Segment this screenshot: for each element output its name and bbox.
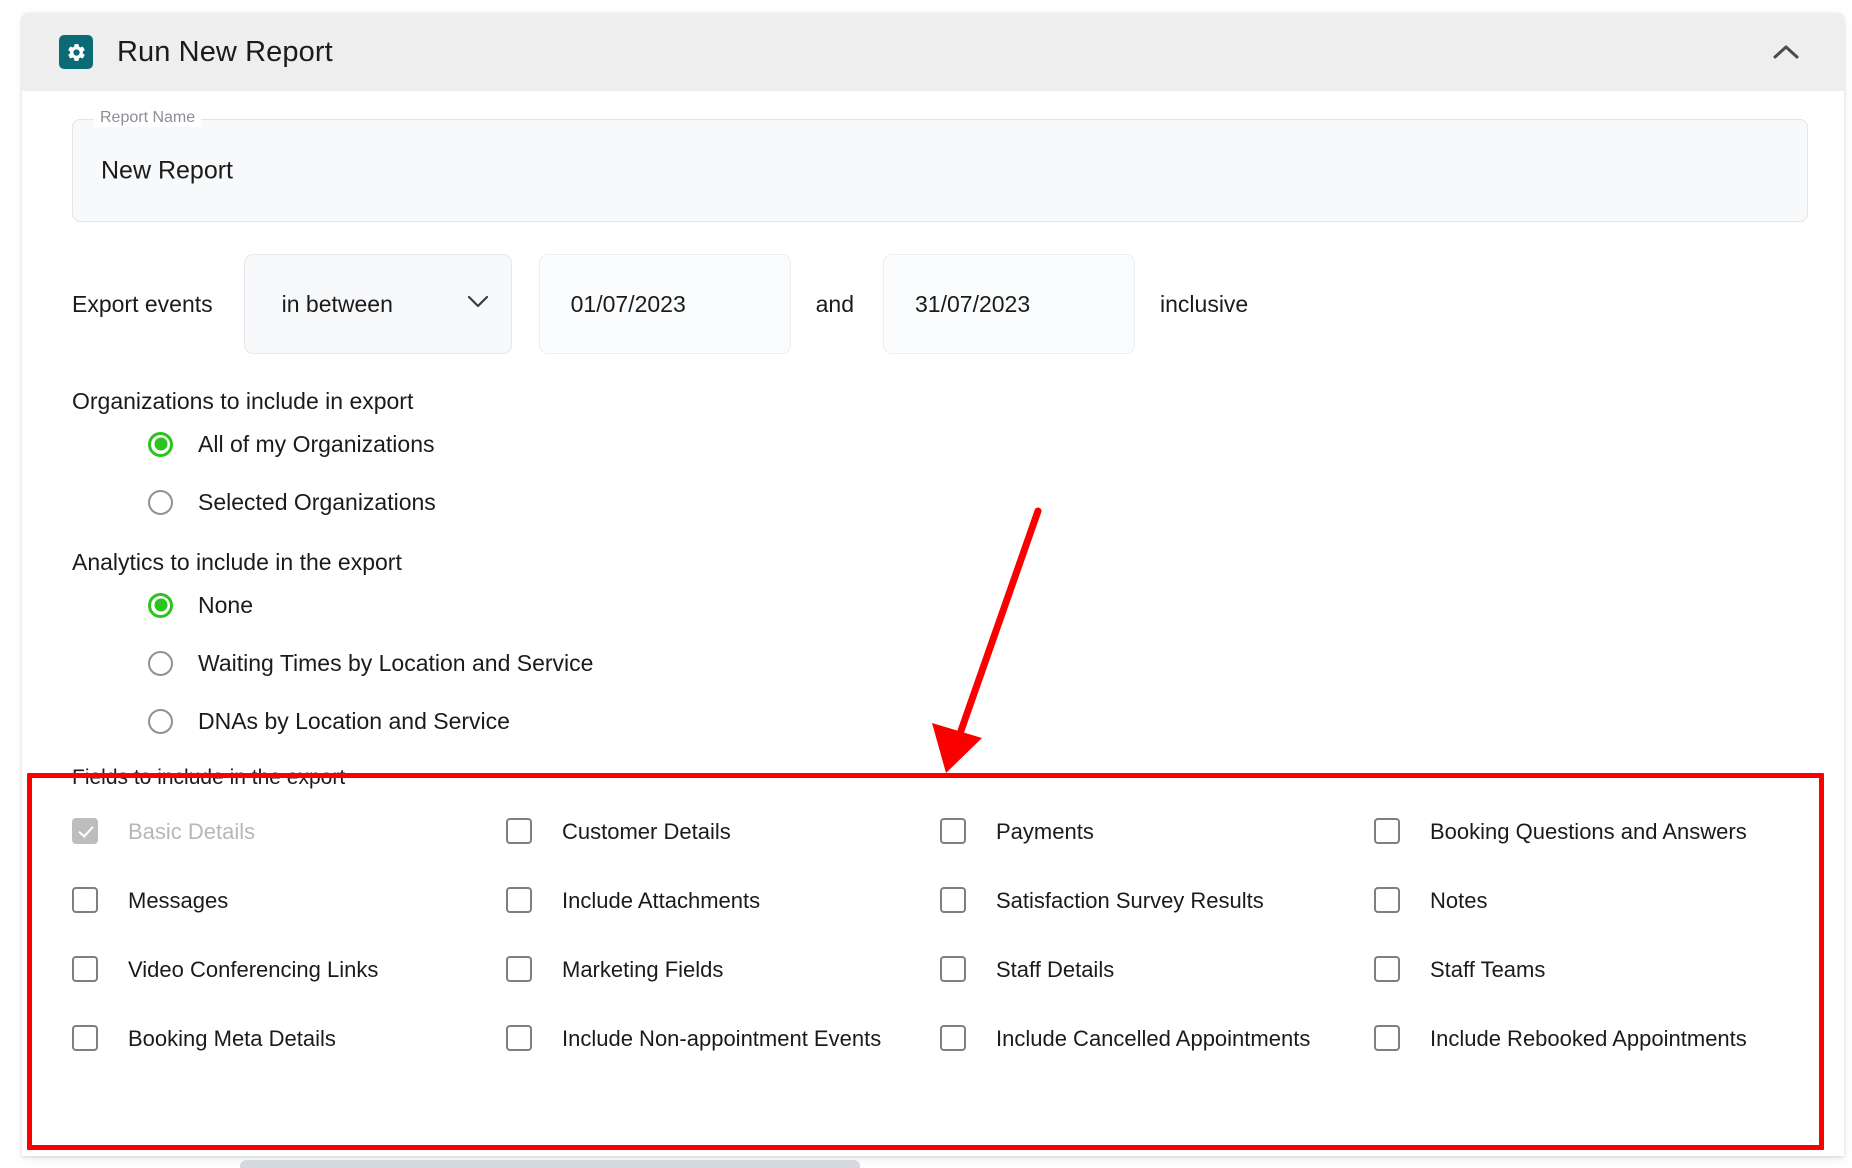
radio-indicator[interactable] xyxy=(148,592,173,618)
checkbox-item[interactable]: Include Attachments xyxy=(506,881,940,950)
checkbox-item[interactable]: Basic Details xyxy=(72,812,506,881)
checkbox-label: Payments xyxy=(996,819,1094,844)
radio-all-organizations[interactable]: All of my Organizations xyxy=(148,415,1808,473)
checkbox-indicator[interactable] xyxy=(940,887,966,913)
card-body: Report Name New Report Export events in … xyxy=(22,109,1844,1088)
analytics-title: Analytics to include in the export xyxy=(72,549,402,575)
checkbox-label: Satisfaction Survey Results xyxy=(996,888,1264,913)
report-name-field[interactable]: Report Name New Report xyxy=(72,109,1808,222)
checkbox-label: Booking Questions and Answers xyxy=(1430,819,1747,844)
report-name-value[interactable]: New Report xyxy=(101,156,233,185)
fields-section: Fields to include in the export Basic De… xyxy=(72,766,1808,1088)
organizations-title: Organizations to include in export xyxy=(72,388,414,414)
radio-indicator[interactable] xyxy=(148,489,173,515)
checkbox-indicator xyxy=(72,818,98,844)
radio-label: Selected Organizations xyxy=(198,488,436,515)
end-date-value: 31/07/2023 xyxy=(915,290,1031,317)
checkbox-label: Customer Details xyxy=(562,819,731,844)
start-date-value: 01/07/2023 xyxy=(570,290,686,317)
radio-analytics-none[interactable]: None xyxy=(148,576,1808,634)
screenshot-root: Run New Report Report Name New Report Ex… xyxy=(0,0,1852,1168)
radio-indicator[interactable] xyxy=(148,650,173,676)
end-date-input[interactable]: 31/07/2023 xyxy=(883,254,1136,354)
radio-indicator[interactable] xyxy=(148,431,173,457)
checkbox-label: Include Non-appointment Events xyxy=(562,1026,882,1051)
checkbox-indicator[interactable] xyxy=(1374,956,1400,982)
checkbox-indicator[interactable] xyxy=(72,1025,98,1051)
checkbox-indicator[interactable] xyxy=(72,887,98,913)
checkbox-item[interactable]: Satisfaction Survey Results xyxy=(940,881,1374,950)
date-conjunction-label: and xyxy=(815,290,855,317)
radio-label: Waiting Times by Location and Service xyxy=(198,649,594,676)
range-type-value: in between xyxy=(281,290,393,317)
page-title: Run New Report xyxy=(117,35,333,68)
chevron-down-icon xyxy=(467,295,489,313)
checkbox-item[interactable]: Include Rebooked Appointments xyxy=(1374,1019,1808,1088)
fields-checkbox-grid: Basic Details Customer Details Payments … xyxy=(72,812,1808,1088)
report-name-label: Report Name xyxy=(94,109,202,127)
report-name-input-border xyxy=(72,119,1808,222)
checkbox-label: Booking Meta Details xyxy=(128,1026,336,1051)
checkbox-item[interactable]: Video Conferencing Links xyxy=(72,950,506,1019)
checkbox-item[interactable]: Staff Teams xyxy=(1374,950,1808,1019)
checkbox-indicator[interactable] xyxy=(1374,887,1400,913)
radio-label: All of my Organizations xyxy=(198,430,435,457)
start-date-input[interactable]: 01/07/2023 xyxy=(538,254,791,354)
checkbox-item[interactable]: Notes xyxy=(1374,881,1808,950)
checkbox-indicator[interactable] xyxy=(940,818,966,844)
checkbox-label: Staff Details xyxy=(996,957,1115,982)
run-new-report-card: Run New Report Report Name New Report Ex… xyxy=(22,13,1844,1156)
card-header: Run New Report xyxy=(22,13,1844,91)
checkbox-label: Staff Teams xyxy=(1430,957,1546,982)
checkbox-item[interactable]: Include Cancelled Appointments xyxy=(940,1019,1374,1088)
checkbox-indicator[interactable] xyxy=(940,956,966,982)
export-events-row: Export events in between 01/07/2023 and … xyxy=(72,254,1808,354)
radio-label: None xyxy=(198,591,253,618)
checkbox-label: Video Conferencing Links xyxy=(128,957,379,982)
checkbox-indicator[interactable] xyxy=(1374,818,1400,844)
radio-indicator[interactable] xyxy=(148,708,173,734)
bottom-panel-stub xyxy=(240,1160,860,1168)
checkbox-label: Include Cancelled Appointments xyxy=(996,1026,1311,1051)
checkbox-item[interactable]: Include Non-appointment Events xyxy=(506,1019,940,1088)
checkbox-label: Messages xyxy=(128,888,229,913)
checkbox-label: Include Rebooked Appointments xyxy=(1430,1026,1747,1051)
gear-icon xyxy=(59,35,93,69)
checkbox-label: Basic Details xyxy=(128,819,256,844)
checkbox-item[interactable]: Customer Details xyxy=(506,812,940,881)
checkbox-item[interactable]: Marketing Fields xyxy=(506,950,940,1019)
radio-analytics-dnas[interactable]: DNAs by Location and Service xyxy=(148,692,1808,750)
inclusive-label: inclusive xyxy=(1160,290,1249,317)
checkbox-indicator[interactable] xyxy=(506,818,532,844)
checkbox-item[interactable]: Booking Meta Details xyxy=(72,1019,506,1088)
radio-selected-organizations[interactable]: Selected Organizations xyxy=(148,473,1808,531)
checkbox-indicator[interactable] xyxy=(506,956,532,982)
checkbox-item[interactable]: Staff Details xyxy=(940,950,1374,1019)
checkbox-indicator[interactable] xyxy=(506,1025,532,1051)
export-events-label: Export events xyxy=(72,290,213,317)
radio-label: DNAs by Location and Service xyxy=(198,707,510,734)
checkbox-item[interactable]: Messages xyxy=(72,881,506,950)
chevron-up-icon[interactable] xyxy=(1766,32,1806,72)
checkbox-label: Include Attachments xyxy=(562,888,761,913)
checkbox-item[interactable]: Payments xyxy=(940,812,1374,881)
checkbox-indicator[interactable] xyxy=(72,956,98,982)
checkbox-item[interactable]: Booking Questions and Answers xyxy=(1374,812,1808,881)
checkbox-label: Marketing Fields xyxy=(562,957,724,982)
checkbox-indicator[interactable] xyxy=(506,887,532,913)
checkbox-label: Notes xyxy=(1430,888,1488,913)
range-type-select[interactable]: in between xyxy=(243,254,512,354)
checkbox-indicator[interactable] xyxy=(940,1025,966,1051)
radio-analytics-waiting-times[interactable]: Waiting Times by Location and Service xyxy=(148,634,1808,692)
checkbox-indicator[interactable] xyxy=(1374,1025,1400,1051)
fields-title: Fields to include in the export xyxy=(72,766,346,789)
